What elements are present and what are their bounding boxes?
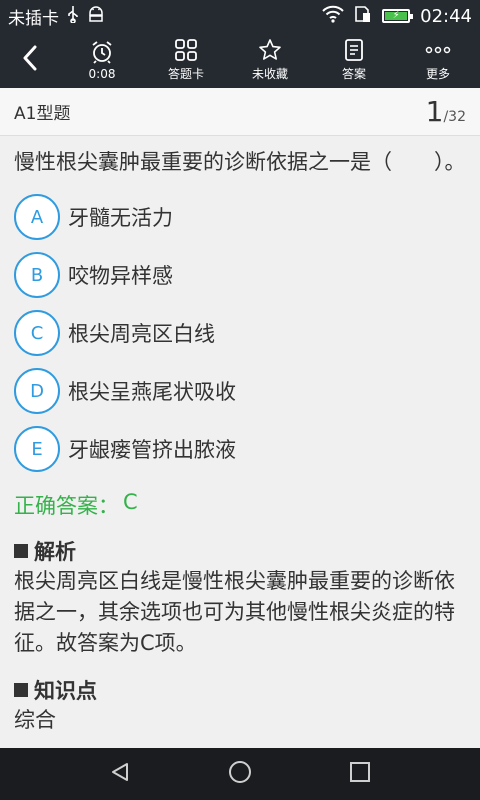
- alarm-clock-icon: [90, 40, 114, 64]
- timer-label: 0:08: [88, 66, 116, 81]
- option-text: 牙髓无活力: [68, 206, 173, 230]
- answer-button[interactable]: 答案: [312, 32, 396, 88]
- square-bullet-icon: [14, 544, 28, 558]
- back-button[interactable]: [0, 32, 60, 88]
- knowledge-heading: 知识点: [14, 675, 466, 705]
- correct-answer: 正确答案： C: [14, 490, 466, 520]
- clock-text: 02:44: [420, 5, 472, 27]
- more-label: 更多: [425, 67, 450, 81]
- analysis-title: 解析: [34, 540, 76, 564]
- nav-recent-button[interactable]: [330, 748, 390, 800]
- nav-home-button[interactable]: [210, 748, 270, 800]
- grid-icon: [174, 38, 198, 62]
- favorite-button[interactable]: 未收藏: [228, 32, 312, 88]
- correct-answer-value: C: [123, 490, 138, 514]
- nav-home-icon: [227, 759, 253, 789]
- nav-recent-icon: [349, 761, 371, 787]
- option-text: 牙龈瘘管挤出脓液: [68, 438, 236, 462]
- knowledge-text: 综合: [14, 708, 56, 732]
- option-b[interactable]: B 咬物异样感: [14, 246, 466, 304]
- option-a[interactable]: A 牙髓无活力: [14, 188, 466, 246]
- knowledge-title: 知识点: [34, 679, 97, 703]
- option-e[interactable]: E 牙龈瘘管挤出脓液: [14, 420, 466, 478]
- total-questions: /32: [443, 109, 466, 125]
- option-letter: D: [14, 368, 60, 414]
- sim-icon: [354, 5, 372, 28]
- analysis-text: 根尖周亮区白线是慢性根尖囊肿最重要的诊断依据之一，其余选项也可为其他慢性根尖炎症…: [14, 569, 455, 655]
- question-counter: 1 /32: [426, 95, 466, 128]
- correct-answer-label: 正确答案：: [14, 494, 119, 518]
- carrier-text: 未插卡: [8, 8, 59, 29]
- back-arrow-icon: [22, 45, 38, 75]
- battery-icon: ⚡: [382, 9, 414, 23]
- answer-card-label: 答题卡: [167, 67, 204, 81]
- star-icon: [258, 38, 282, 62]
- option-letter: E: [14, 426, 60, 472]
- question-stem: 慢性根尖囊肿最重要的诊断依据之一是（ ）。: [14, 150, 466, 174]
- nav-back-button[interactable]: [90, 748, 150, 800]
- status-bar: 未插卡 ⚡ 02:44: [0, 0, 480, 32]
- option-text: 根尖呈燕尾状吸收: [68, 380, 236, 404]
- nav-back-icon: [109, 761, 131, 787]
- wifi-icon: [322, 5, 344, 28]
- question-header: A1型题 1 /32: [0, 88, 480, 136]
- question-type: A1型题: [14, 104, 71, 124]
- usb-icon: [67, 5, 79, 28]
- answer-label: 答案: [341, 67, 366, 81]
- option-d[interactable]: D 根尖呈燕尾状吸收: [14, 362, 466, 420]
- option-text: 根尖周亮区白线: [68, 322, 215, 346]
- option-text: 咬物异样感: [68, 264, 173, 288]
- option-letter: B: [14, 252, 60, 298]
- option-letter: A: [14, 194, 60, 240]
- system-nav-bar: [0, 748, 480, 800]
- top-toolbar: 0:08 答题卡 未收藏 答案 更多: [0, 32, 480, 88]
- option-letter: C: [14, 310, 60, 356]
- option-list: A 牙髓无活力 B 咬物异样感 C 根尖周亮区白线 D 根尖呈燕尾状吸收 E 牙…: [14, 188, 466, 478]
- android-icon: [87, 5, 105, 27]
- timer-button[interactable]: 0:08: [60, 32, 144, 88]
- analysis-heading: 解析: [14, 536, 466, 566]
- answer-card-button[interactable]: 答题卡: [144, 32, 228, 88]
- more-button[interactable]: 更多: [396, 32, 480, 88]
- more-dots-icon: [425, 38, 451, 62]
- favorite-label: 未收藏: [251, 67, 288, 81]
- square-bullet-icon: [14, 683, 28, 697]
- current-question-number: 1: [425, 95, 444, 128]
- document-icon: [343, 38, 365, 62]
- option-c[interactable]: C 根尖周亮区白线: [14, 304, 466, 362]
- question-content[interactable]: 慢性根尖囊肿最重要的诊断依据之一是（ ）。 A 牙髓无活力 B 咬物异样感 C …: [0, 136, 480, 748]
